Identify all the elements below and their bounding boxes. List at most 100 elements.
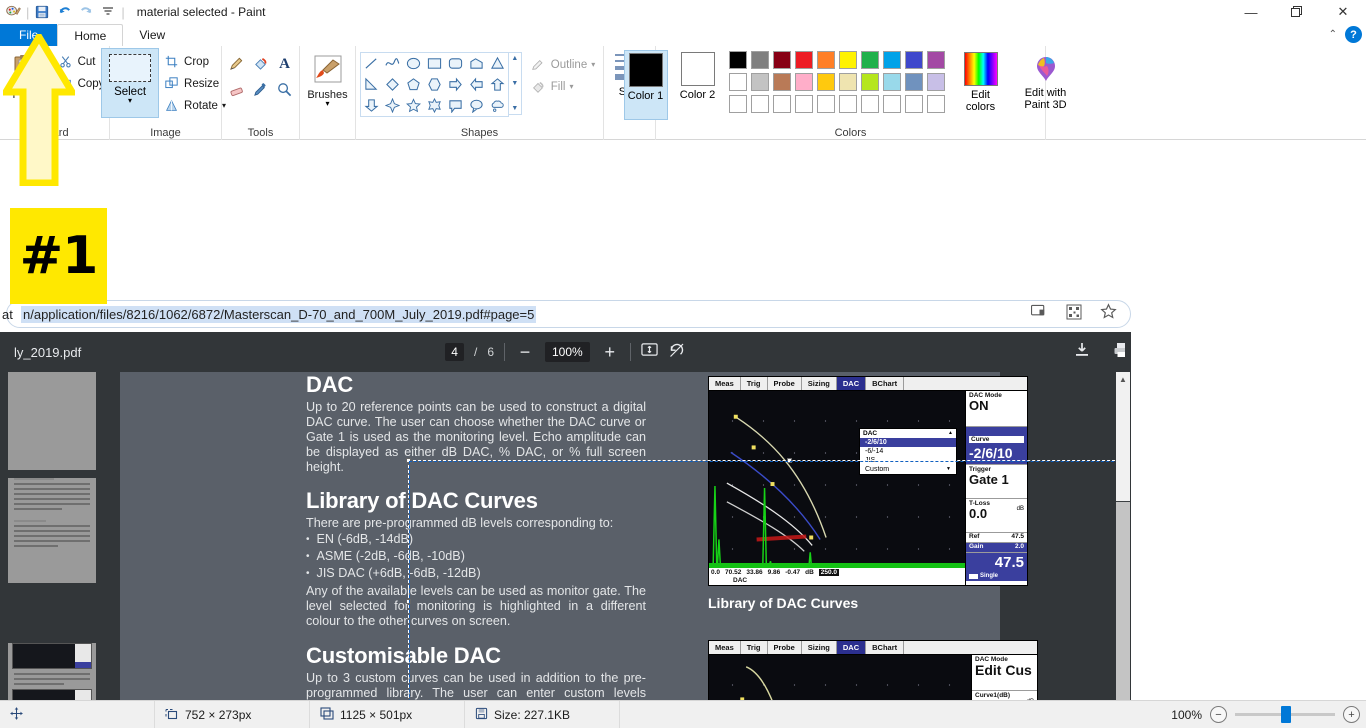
palette-swatch[interactable] xyxy=(794,73,813,91)
palette-swatch[interactable] xyxy=(750,95,769,113)
undo-icon[interactable] xyxy=(53,1,75,23)
paint3d-button[interactable]: Edit with Paint 3D xyxy=(1014,50,1078,111)
eraser-icon[interactable] xyxy=(226,82,248,97)
pencil-icon[interactable] xyxy=(226,56,248,71)
palette-swatch[interactable] xyxy=(816,95,835,113)
palette-swatch[interactable] xyxy=(904,51,923,69)
rotate-ccw-icon[interactable] xyxy=(668,341,686,364)
pdf-zoom-in-button[interactable]: + xyxy=(600,342,620,363)
pdf-thumbnail[interactable] xyxy=(8,372,96,470)
param-dac-mode[interactable]: DAC Mode ON xyxy=(966,391,1027,427)
color1-button[interactable]: Color 1 xyxy=(623,50,668,120)
shape-right-triangle[interactable] xyxy=(361,74,382,95)
pdf-zoom-level[interactable]: 100% xyxy=(545,342,590,362)
palette-swatch[interactable] xyxy=(926,51,945,69)
help-icon[interactable]: ? xyxy=(1345,26,1362,43)
address-bar[interactable]: n/application/files/8216/1062/6872/Maste… xyxy=(6,300,1131,328)
dropdown-item[interactable]: Custom ▼ xyxy=(860,465,956,474)
pdf-scrollbar-thumb[interactable] xyxy=(1116,386,1130,501)
param-curve[interactable]: Curve -2/6/10 xyxy=(966,427,1027,465)
magnifier-icon[interactable] xyxy=(274,82,296,97)
color-palette[interactable] xyxy=(728,50,948,116)
param-dac-mode[interactable]: DAC Mode Edit Cus xyxy=(972,655,1037,691)
outline-button[interactable]: Outline ▾ xyxy=(528,54,599,75)
shape-up-arrow[interactable] xyxy=(487,74,508,95)
palette-swatch[interactable] xyxy=(882,73,901,91)
instrument-tab-bchart[interactable]: BChart xyxy=(866,377,905,390)
shapes-scroll-buttons[interactable]: ▲ ▼ ▼ xyxy=(508,52,522,115)
download-icon[interactable] xyxy=(1073,341,1091,364)
shape-rounded-rectangle[interactable] xyxy=(445,53,466,74)
instrument-tab-bchart[interactable]: BChart xyxy=(866,641,905,654)
zoom-in-button[interactable]: + xyxy=(1343,706,1360,723)
shape-rectangle[interactable] xyxy=(424,53,445,74)
zoom-slider-thumb[interactable] xyxy=(1281,706,1291,723)
palette-swatch[interactable] xyxy=(882,51,901,69)
param-mode[interactable]: Single xyxy=(966,571,1027,581)
zoom-out-button[interactable]: − xyxy=(1210,706,1227,723)
fill-icon[interactable] xyxy=(250,56,272,71)
param-ref[interactable]: Ref 47.5 xyxy=(966,533,1027,543)
color2-button[interactable]: Color 2 xyxy=(676,50,720,120)
bookmark-star-icon[interactable] xyxy=(1100,303,1117,325)
instrument-tab-dac[interactable]: DAC xyxy=(836,641,867,654)
fit-page-icon[interactable] xyxy=(641,341,658,363)
param-gain-value[interactable]: 47.5 xyxy=(966,553,1027,571)
instrument-tab-trig[interactable]: Trig xyxy=(741,641,768,654)
brushes-button[interactable]: Brushes ▾ xyxy=(302,48,354,108)
paint-canvas-area[interactable]: at n/application/files/8216/1062/6872/Ma… xyxy=(0,148,1366,728)
shape-oval[interactable] xyxy=(403,53,424,74)
zoom-slider[interactable] xyxy=(1235,706,1335,723)
instrument-tab-trig[interactable]: Trig xyxy=(741,377,768,390)
shape-curve[interactable] xyxy=(382,53,403,74)
pdf-page-input[interactable]: 4 xyxy=(445,343,464,361)
edit-colors-button[interactable]: Edit colors xyxy=(956,50,1006,113)
shape-left-arrow[interactable] xyxy=(466,74,487,95)
palette-swatch[interactable] xyxy=(728,51,747,69)
restore-button[interactable] xyxy=(1274,0,1320,24)
color-picker-icon[interactable] xyxy=(250,82,272,97)
shape-cloud-callout[interactable] xyxy=(487,95,508,116)
palette-swatch[interactable] xyxy=(728,73,747,91)
fill-chevron-down-icon[interactable]: ▾ xyxy=(569,82,573,90)
shape-pentagon[interactable] xyxy=(403,74,424,95)
brushes-chevron-down-icon[interactable]: ▾ xyxy=(325,100,329,108)
shape-triangle[interactable] xyxy=(487,53,508,74)
text-icon[interactable]: A xyxy=(274,56,296,73)
palette-swatch[interactable] xyxy=(926,95,945,113)
instrument-tab-probe[interactable]: Probe xyxy=(768,641,802,654)
palette-swatch[interactable] xyxy=(772,73,791,91)
instrument-tab-sizing[interactable]: Sizing xyxy=(802,641,837,654)
pdf-scroll-up-button[interactable]: ▲ xyxy=(1116,372,1130,386)
palette-swatch[interactable] xyxy=(750,73,769,91)
palette-swatch[interactable] xyxy=(838,51,857,69)
palette-swatch[interactable] xyxy=(816,73,835,91)
shape-oval-callout[interactable] xyxy=(466,95,487,116)
palette-swatch[interactable] xyxy=(882,95,901,113)
palette-swatch[interactable] xyxy=(772,51,791,69)
palette-swatch[interactable] xyxy=(904,73,923,91)
palette-swatch[interactable] xyxy=(794,51,813,69)
pdf-thumbnail[interactable] xyxy=(8,591,96,595)
shapes-scroll-up-icon[interactable]: ▲ xyxy=(511,55,518,62)
tab-view[interactable]: View xyxy=(123,24,181,46)
pdf-thumbnail-sidebar[interactable] xyxy=(8,372,104,728)
shapes-expand-icon[interactable]: ▼ xyxy=(511,105,518,112)
param-tloss[interactable]: T-Loss dB 0.0 xyxy=(966,499,1027,533)
shape-right-arrow[interactable] xyxy=(445,74,466,95)
instrument-tab-probe[interactable]: Probe xyxy=(768,377,802,390)
redo-icon[interactable] xyxy=(75,1,97,23)
dropdown-item[interactable]: -6/-14 xyxy=(860,447,956,456)
dropdown-item[interactable]: JIS xyxy=(860,456,956,465)
pdf-scrollbar-thumb-lower[interactable] xyxy=(1116,502,1130,728)
chevron-down-icon[interactable]: ▾ xyxy=(128,97,132,105)
palette-swatch[interactable] xyxy=(860,51,879,69)
shape-polygon[interactable] xyxy=(466,53,487,74)
qr-code-icon[interactable] xyxy=(1066,304,1082,325)
palette-swatch[interactable] xyxy=(728,95,747,113)
dropdown-scroll-down-icon[interactable]: ▼ xyxy=(946,466,951,473)
palette-swatch[interactable] xyxy=(816,51,835,69)
shape-rounded-callout[interactable] xyxy=(445,95,466,116)
instrument-tab-sizing[interactable]: Sizing xyxy=(802,377,837,390)
palette-swatch[interactable] xyxy=(860,95,879,113)
